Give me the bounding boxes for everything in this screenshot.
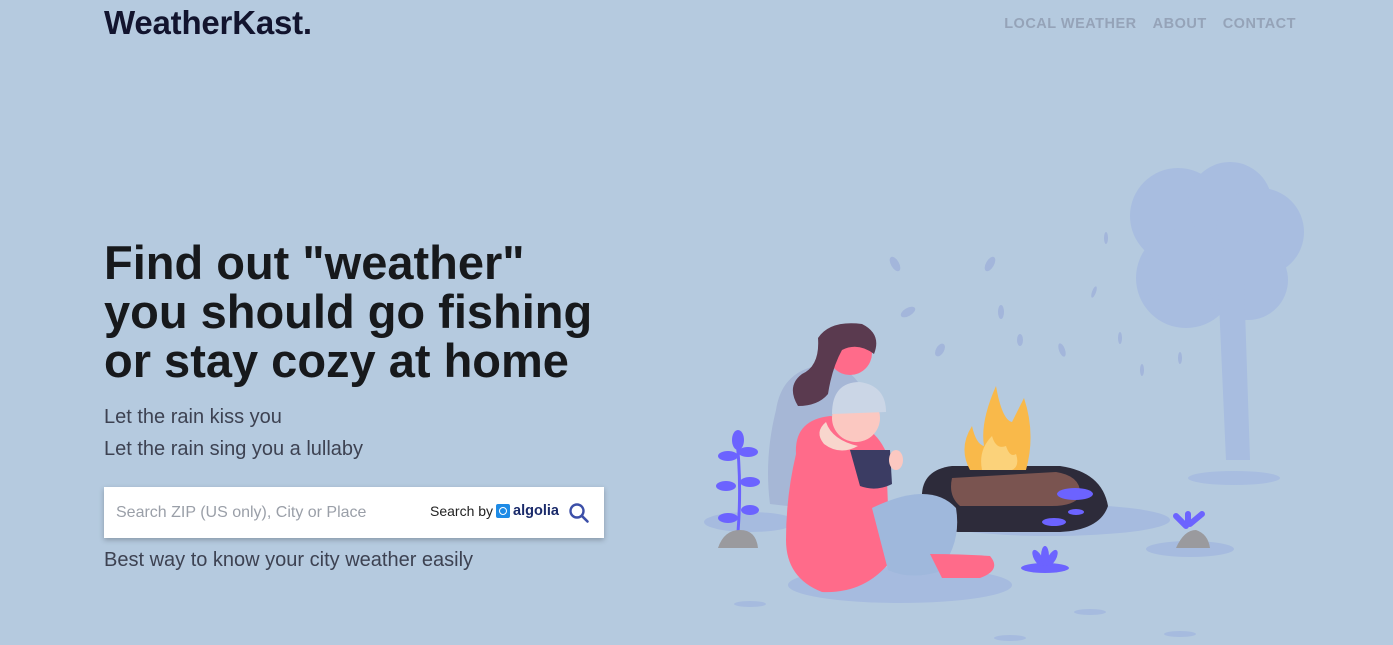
- algolia-wordmark: algolia: [513, 503, 559, 519]
- nav-about[interactable]: ABOUT: [1153, 16, 1207, 32]
- algolia-mark-icon: [496, 504, 511, 518]
- search-button[interactable]: [568, 502, 590, 524]
- hero-headline: Find out "weather" you should go fishing…: [104, 238, 664, 385]
- tagline-2: Let the rain sing you a lullaby: [104, 438, 364, 460]
- sprout-icon: [1173, 511, 1210, 548]
- search-input[interactable]: [104, 487, 416, 538]
- nav-local-weather[interactable]: LOCAL WEATHER: [1004, 16, 1136, 32]
- hero-subtext: Best way to know your city weather easil…: [104, 549, 474, 571]
- campfire-couple-illustration: [704, 162, 1304, 641]
- algolia-logo: algolia: [496, 503, 559, 519]
- search-by-label: Search by: [430, 503, 494, 519]
- main-nav: LOCAL WEATHER ABOUT CONTACT: [1004, 16, 1296, 32]
- tagline-1: Let the rain kiss you: [104, 406, 282, 428]
- leaves-icon: [889, 232, 1182, 376]
- headline-line-1: Find out "weather": [104, 236, 525, 289]
- nav-contact[interactable]: CONTACT: [1223, 16, 1296, 32]
- headline-line-3: or stay cozy at home: [104, 334, 569, 387]
- tree-icon: [1130, 162, 1304, 485]
- search-by-algolia[interactable]: Search by algolia: [430, 503, 559, 519]
- search-icon: [569, 503, 589, 523]
- headline-line-2: you should go fishing: [104, 285, 593, 338]
- search-box: Search by algolia: [104, 487, 604, 538]
- logo[interactable]: WeatherKast.: [104, 4, 312, 42]
- flame-icon: [964, 386, 1031, 470]
- flower-icon: [1021, 546, 1069, 573]
